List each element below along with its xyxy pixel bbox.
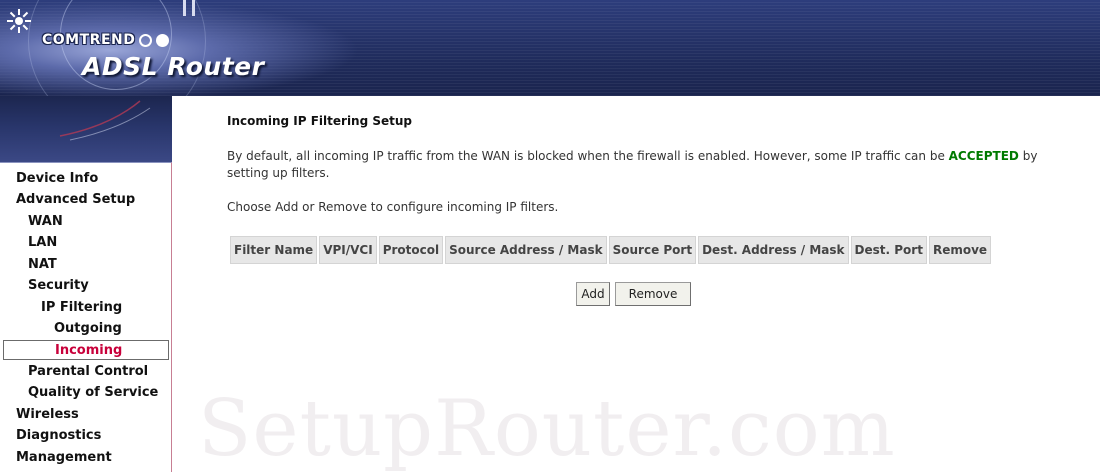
column-header: Remove	[928, 236, 992, 264]
brand-name: COMTREND	[42, 32, 136, 48]
sidebar-item-parental-control[interactable]: Parental Control	[28, 362, 148, 382]
sidebar-item-incoming[interactable]: Incoming	[3, 340, 169, 360]
column-header: Dest. Address / Mask	[698, 236, 849, 264]
product-title: ADSL Router	[82, 52, 265, 81]
description-text: By default, all incoming IP traffic from…	[227, 149, 949, 163]
sidebar-item-quality-of-service[interactable]: Quality of Service	[28, 383, 158, 403]
sunburst-logo-icon	[7, 9, 31, 33]
sidebar-item-lan[interactable]: LAN	[28, 233, 57, 253]
swoosh-decoration	[59, 100, 151, 141]
logo-dot-icon	[156, 33, 170, 47]
banner-pole	[192, 0, 195, 16]
instruction-text: Choose Add or Remove to configure incomi…	[227, 200, 559, 214]
accepted-highlight: ACCEPTED	[948, 149, 1019, 163]
sidebar-item-nat[interactable]: NAT	[28, 255, 57, 275]
page-description: By default, all incoming IP traffic from…	[227, 148, 1057, 182]
sidebar-item-advanced-setup[interactable]: Advanced Setup	[16, 190, 135, 210]
sidebar-item-diagnostics[interactable]: Diagnostics	[16, 426, 101, 446]
sidebar-item-ip-filtering[interactable]: IP Filtering	[41, 298, 122, 318]
sidebar-item-wireless[interactable]: Wireless	[16, 405, 79, 425]
header-banner: COMTREND ADSL Router	[0, 0, 1100, 130]
sidebar-nav: Device Info Advanced Setup WAN LAN NAT S…	[0, 162, 172, 472]
column-header: Source Port	[608, 236, 697, 264]
banner-pole	[183, 0, 186, 16]
filter-table: Filter Name VPI/VCI Protocol Source Addr…	[228, 234, 994, 266]
column-header: Filter Name	[230, 236, 318, 264]
sidebar-header-graphic	[0, 96, 172, 162]
logo-ring-icon	[139, 33, 153, 47]
column-header: VPI/VCI	[319, 236, 377, 264]
column-header: Source Address / Mask	[445, 236, 607, 264]
sidebar-item-security[interactable]: Security	[28, 276, 89, 296]
table-header-row: Filter Name VPI/VCI Protocol Source Addr…	[230, 236, 992, 264]
sidebar-item-management[interactable]: Management	[16, 448, 112, 468]
page-title: Incoming IP Filtering Setup	[227, 114, 413, 128]
sidebar-item-outgoing[interactable]: Outgoing	[54, 319, 122, 339]
watermark: SetupRouter.com	[198, 384, 896, 474]
sidebar-item-device-info[interactable]: Device Info	[16, 169, 98, 189]
sidebar-item-wan[interactable]: WAN	[28, 212, 63, 232]
column-header: Dest. Port	[850, 236, 927, 264]
add-button[interactable]: Add	[576, 282, 610, 306]
brand-logo: COMTREND	[42, 32, 170, 48]
column-header: Protocol	[378, 236, 444, 264]
remove-button[interactable]: Remove	[615, 282, 691, 306]
